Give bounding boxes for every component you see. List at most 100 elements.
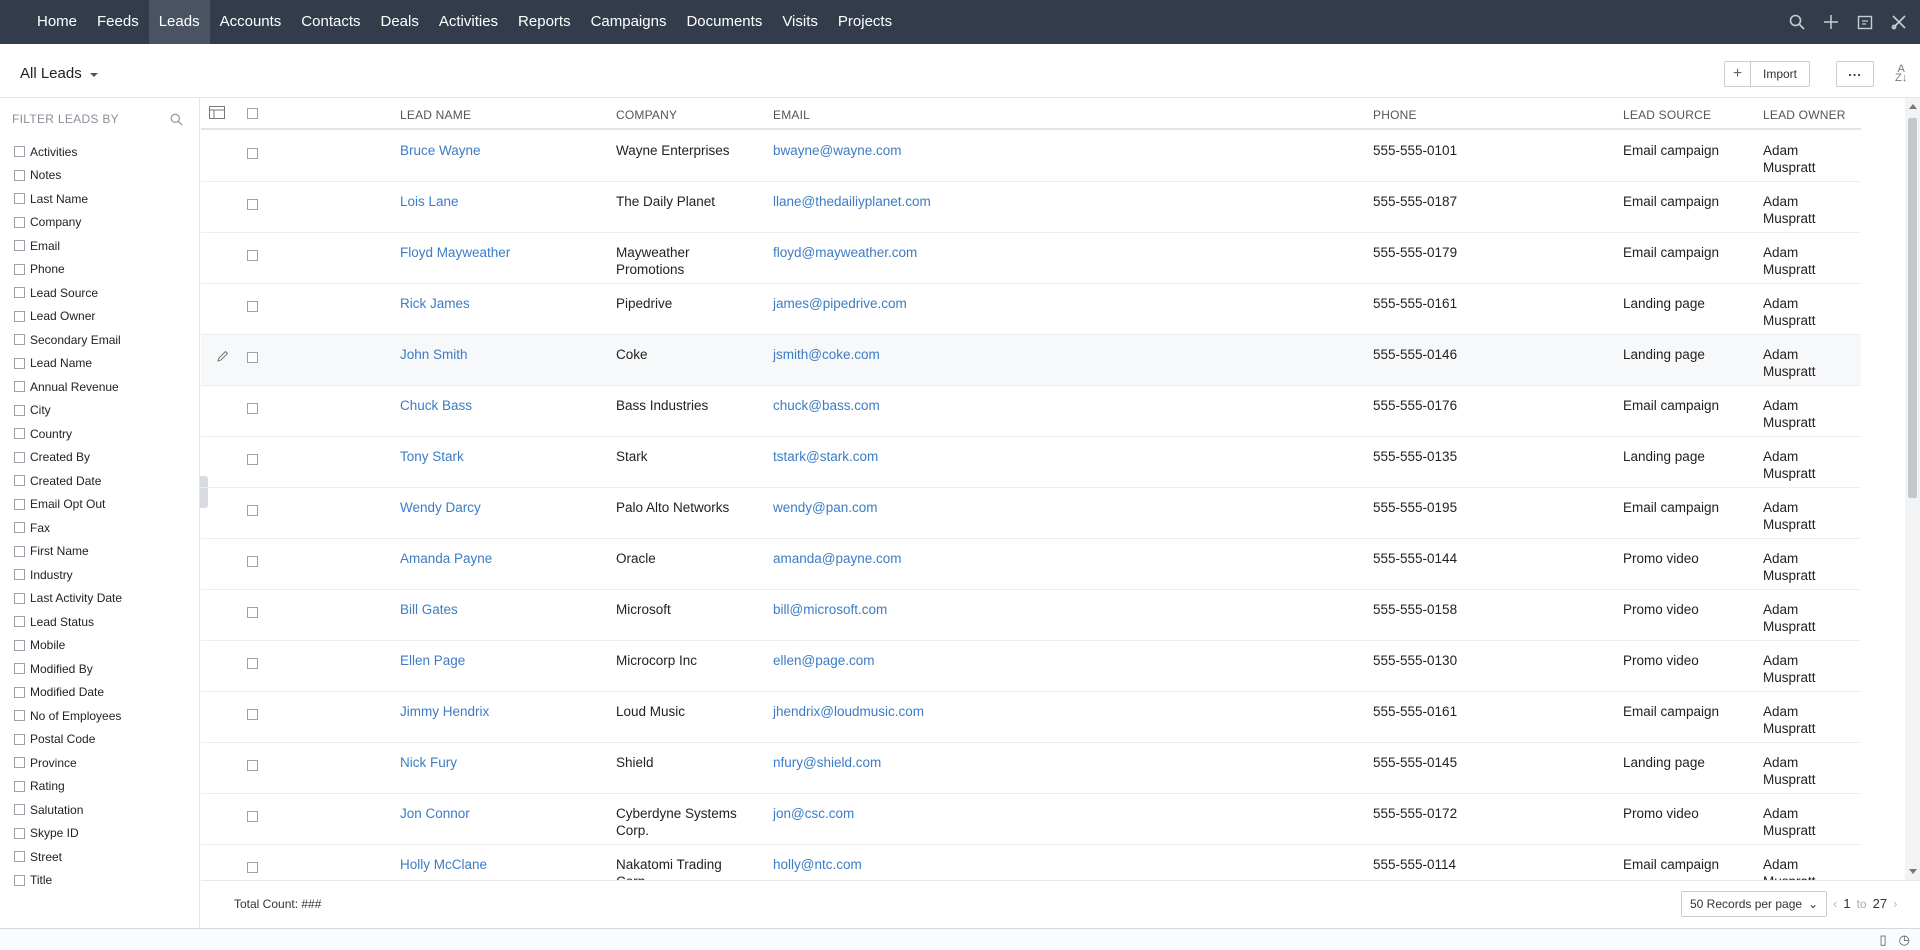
filter-item-activities[interactable]: Activities	[0, 140, 199, 164]
scrollbar-thumb[interactable]	[1908, 118, 1917, 498]
table-row[interactable]: Rick James Pipedrive james@pipedrive.com 55…	[201, 284, 1861, 335]
table-row[interactable]: Lois Lane The Daily Planet llane@thedailiy…	[201, 182, 1861, 233]
filter-checkbox[interactable]	[14, 334, 25, 346]
lead-name-link[interactable]: Jimmy Hendrix	[400, 703, 600, 720]
lead-name-link[interactable]: Jon Connor	[400, 805, 600, 822]
filter-checkbox[interactable]	[14, 475, 25, 487]
table-row[interactable]: Wendy Darcy Palo Alto Networks wendy@pan.c…	[201, 488, 1861, 539]
filter-item-secondary-email[interactable]: Secondary Email	[0, 328, 199, 352]
filter-checkbox[interactable]	[14, 686, 25, 698]
table-row[interactable]: John Smith Coke jsmith@coke.com 555-555-014…	[201, 335, 1861, 386]
email-link[interactable]: bwayne@wayne.com	[773, 142, 1173, 159]
tab-reports[interactable]: Reports	[508, 0, 581, 44]
filter-item-lead-source[interactable]: Lead Source	[0, 281, 199, 305]
filter-checkbox[interactable]	[14, 616, 25, 628]
notes-icon[interactable]: ▯	[1880, 932, 1887, 948]
lead-name-link[interactable]: Amanda Payne	[400, 550, 600, 567]
lead-name-link[interactable]: Chuck Bass	[400, 397, 600, 414]
lead-name-link[interactable]: Holly McClane	[400, 856, 600, 873]
filter-checkbox[interactable]	[14, 710, 25, 722]
prev-page-icon[interactable]: ‹	[1833, 896, 1837, 911]
filter-item-no-of-employees[interactable]: No of Employees	[0, 704, 199, 728]
filter-checkbox[interactable]	[14, 663, 25, 675]
scroll-up-icon[interactable]	[1909, 104, 1917, 109]
tools-icon[interactable]	[1890, 13, 1908, 31]
email-link[interactable]: llane@thedailiyplanet.com	[773, 193, 1173, 210]
email-link[interactable]: tstark@stark.com	[773, 448, 1173, 465]
row-checkbox[interactable]	[247, 505, 258, 516]
filter-item-country[interactable]: Country	[0, 422, 199, 446]
email-link[interactable]: wendy@pan.com	[773, 499, 1173, 516]
filter-item-industry[interactable]: Industry	[0, 563, 199, 587]
filter-item-street[interactable]: Street	[0, 845, 199, 869]
column-header-lead-source[interactable]: LEAD SOURCE	[1623, 108, 1711, 122]
email-link[interactable]: jsmith@coke.com	[773, 346, 1173, 363]
column-header-lead-owner[interactable]: LEAD OWNER	[1763, 108, 1846, 122]
row-checkbox[interactable]	[247, 811, 258, 822]
tab-projects[interactable]: Projects	[828, 0, 902, 44]
tab-deals[interactable]: Deals	[371, 0, 429, 44]
table-row[interactable]: Jon Connor Cyberdyne Systems Corp. jon@csc…	[201, 794, 1861, 845]
table-row[interactable]: Bruce Wayne Wayne Enterprises bwayne@wayne…	[201, 131, 1861, 182]
filter-checkbox[interactable]	[14, 357, 25, 369]
email-link[interactable]: floyd@mayweather.com	[773, 244, 1173, 261]
filter-checkbox[interactable]	[14, 287, 25, 299]
filter-item-province[interactable]: Province	[0, 751, 199, 775]
filter-item-email[interactable]: Email	[0, 234, 199, 258]
plus-icon[interactable]	[1822, 13, 1840, 31]
filter-checkbox[interactable]	[14, 733, 25, 745]
table-row[interactable]: Chuck Bass Bass Industries chuck@bass.com 5…	[201, 386, 1861, 437]
table-scrollbar[interactable]	[1905, 98, 1920, 880]
filter-item-last-name[interactable]: Last Name	[0, 187, 199, 211]
next-page-icon[interactable]: ›	[1893, 896, 1897, 911]
column-header-email[interactable]: EMAIL	[773, 108, 810, 122]
lead-name-link[interactable]: Rick James	[400, 295, 600, 312]
filter-checkbox[interactable]	[14, 874, 25, 886]
tab-visits[interactable]: Visits	[772, 0, 828, 44]
filter-checkbox[interactable]	[14, 780, 25, 792]
table-row[interactable]: Floyd Mayweather Mayweather Promotions flo…	[201, 233, 1861, 284]
filter-item-created-date[interactable]: Created Date	[0, 469, 199, 493]
filter-item-postal-code[interactable]: Postal Code	[0, 728, 199, 752]
email-link[interactable]: nfury@shield.com	[773, 754, 1173, 771]
row-checkbox[interactable]	[247, 352, 258, 363]
search-icon[interactable]	[170, 113, 183, 126]
filter-checkbox[interactable]	[14, 757, 25, 769]
lead-name-link[interactable]: Wendy Darcy	[400, 499, 600, 516]
filter-item-modified-by[interactable]: Modified By	[0, 657, 199, 681]
email-link[interactable]: jhendrix@loudmusic.com	[773, 703, 1173, 720]
filter-checkbox[interactable]	[14, 451, 25, 463]
filter-item-lead-status[interactable]: Lead Status	[0, 610, 199, 634]
filter-checkbox[interactable]	[14, 216, 25, 228]
filter-checkbox[interactable]	[14, 827, 25, 839]
filter-checkbox[interactable]	[14, 804, 25, 816]
filter-checkbox[interactable]	[14, 240, 25, 252]
records-per-page-select[interactable]: 50 Records per page ⌄	[1681, 891, 1828, 917]
column-settings-icon[interactable]	[209, 106, 225, 122]
email-link[interactable]: amanda@payne.com	[773, 550, 1173, 567]
email-link[interactable]: bill@microsoft.com	[773, 601, 1173, 618]
column-header-lead-name[interactable]: LEAD NAME	[400, 108, 471, 122]
filter-item-annual-revenue[interactable]: Annual Revenue	[0, 375, 199, 399]
filter-checkbox[interactable]	[14, 639, 25, 651]
email-link[interactable]: chuck@bass.com	[773, 397, 1173, 414]
filter-item-first-name[interactable]: First Name	[0, 540, 199, 564]
table-row[interactable]: Bill Gates Microsoft bill@microsoft.com 555…	[201, 590, 1861, 641]
lead-name-link[interactable]: Floyd Mayweather	[400, 244, 600, 261]
filter-checkbox[interactable]	[14, 522, 25, 534]
tab-documents[interactable]: Documents	[676, 0, 772, 44]
filter-checkbox[interactable]	[14, 310, 25, 322]
table-row[interactable]: Ellen Page Microcorp Inc ellen@page.com 555…	[201, 641, 1861, 692]
row-checkbox[interactable]	[247, 301, 258, 312]
row-checkbox[interactable]	[247, 556, 258, 567]
column-header-phone[interactable]: PHONE	[1373, 108, 1417, 122]
scroll-down-icon[interactable]	[1909, 869, 1917, 874]
row-checkbox[interactable]	[247, 760, 258, 771]
filter-item-company[interactable]: Company	[0, 211, 199, 235]
email-link[interactable]: ellen@page.com	[773, 652, 1173, 669]
lead-name-link[interactable]: Bill Gates	[400, 601, 600, 618]
row-checkbox[interactable]	[247, 658, 258, 669]
row-checkbox[interactable]	[247, 709, 258, 720]
tab-home[interactable]: Home	[27, 0, 87, 44]
lead-name-link[interactable]: John Smith	[400, 346, 600, 363]
